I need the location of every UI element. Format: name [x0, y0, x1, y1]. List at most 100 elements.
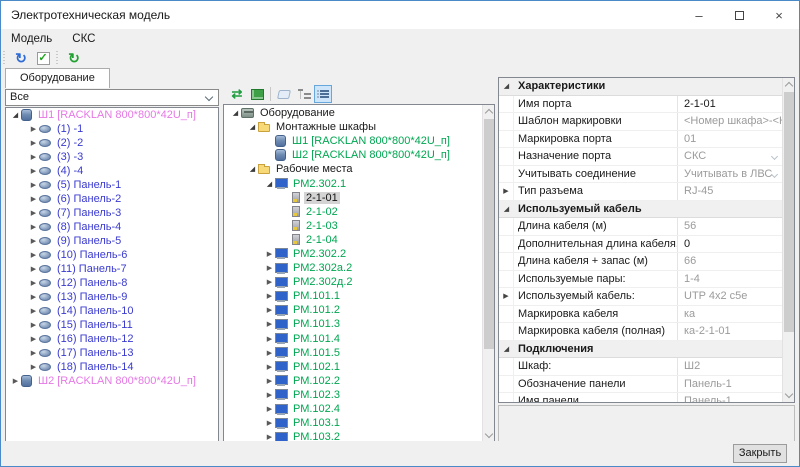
expand-arrow-icon[interactable]: ▶ — [10, 377, 21, 385]
swap-arrows-button[interactable]: ⇄ — [227, 85, 247, 103]
grid-row[interactable]: Шкаф:Ш2 — [499, 358, 783, 376]
tab-equipment[interactable]: Оборудование — [5, 68, 110, 88]
tree-item[interactable]: 2-1-01 — [224, 191, 482, 205]
tree-item[interactable]: ▶(14) Панель-10 — [6, 304, 218, 318]
expand-arrow-icon[interactable]: ▶ — [264, 278, 275, 286]
expand-arrow-icon[interactable]: ▶ — [28, 181, 39, 189]
expand-arrow-icon[interactable]: ▶ — [499, 183, 514, 200]
expand-arrow-icon[interactable]: ▶ — [264, 419, 275, 427]
sync-update-button[interactable]: ↻ — [63, 49, 85, 67]
tree-item[interactable]: ▶(16) Панель-12 — [6, 332, 218, 346]
expand-arrow-icon[interactable]: ▶ — [28, 223, 39, 231]
expand-arrow-icon[interactable]: ▶ — [28, 265, 39, 273]
grid-row[interactable]: Длина кабеля (м)56 — [499, 218, 783, 236]
tree-item[interactable]: ▶(17) Панель-13 — [6, 346, 218, 360]
panel-view-button[interactable] — [247, 85, 267, 103]
tree-item[interactable]: Ш1 [RACKLAN 800*800*42U_п] — [224, 134, 482, 148]
refresh-button[interactable]: ↻ — [10, 49, 32, 67]
tree-item[interactable]: ▶РМ.101.3 — [224, 317, 482, 331]
grid-row-value[interactable]: Ш2 — [678, 358, 783, 375]
grid-row[interactable]: Имя порта2-1-01 — [499, 96, 783, 114]
grid-row-value[interactable]: 0 — [678, 236, 783, 253]
tree-item[interactable]: ▶(9) Панель-5 — [6, 234, 218, 248]
grid-section-header[interactable]: ◢Характеристики — [499, 78, 783, 96]
list-view-button[interactable] — [314, 85, 332, 103]
expand-arrow-icon[interactable]: ▶ — [28, 251, 39, 259]
tree-item[interactable]: ▶РМ.101.2 — [224, 303, 482, 317]
expand-arrow-icon[interactable]: ▶ — [28, 139, 39, 147]
grid-row-value[interactable]: 1-4 — [678, 271, 783, 288]
tree-item[interactable]: ▶РМ.101.5 — [224, 346, 482, 360]
expand-arrow-icon[interactable]: ▶ — [28, 321, 39, 329]
grid-row[interactable]: Маркировка кабеляка — [499, 306, 783, 324]
property-grid-scrollbar[interactable] — [782, 78, 794, 402]
expand-arrow-icon[interactable]: ▶ — [28, 349, 39, 357]
expand-arrow-icon[interactable]: ▶ — [264, 264, 275, 272]
expand-arrow-icon[interactable]: ▶ — [264, 292, 275, 300]
expand-arrow-icon[interactable]: ▶ — [28, 195, 39, 203]
expand-arrow-icon[interactable]: ▶ — [264, 335, 275, 343]
tree-item[interactable]: ▶(13) Панель-9 — [6, 290, 218, 304]
menu-model[interactable]: Модель — [1, 29, 62, 49]
tree-item[interactable]: ▶РМ2.302а.2 — [224, 261, 482, 275]
grid-row-value[interactable]: 56 — [678, 218, 783, 235]
grid-row[interactable]: Учитывать соединениеУчитывать в ЛВС — [499, 166, 783, 184]
grid-row[interactable]: Назначение портаСКС — [499, 148, 783, 166]
close-button[interactable]: Закрыть — [733, 444, 787, 463]
tree-item[interactable]: ▶РМ2.302д.2 — [224, 275, 482, 289]
tree-item[interactable]: ▶(12) Панель-8 — [6, 276, 218, 290]
tree-item[interactable]: ▶РМ.102.4 — [224, 402, 482, 416]
grid-row-value[interactable]: СКС — [678, 148, 783, 165]
close-window-button[interactable]: × — [759, 1, 799, 29]
expand-arrow-icon[interactable]: ▶ — [28, 153, 39, 161]
collapse-arrow-icon[interactable]: ◢ — [499, 78, 514, 95]
tree-view-button[interactable] — [294, 85, 314, 103]
collapse-arrow-icon[interactable]: ◢ — [499, 201, 514, 218]
tree-item[interactable]: ▶(4) -4 — [6, 164, 218, 178]
expand-arrow-icon[interactable]: ▶ — [264, 320, 275, 328]
scroll-up-icon[interactable] — [785, 82, 793, 90]
grid-row-value[interactable]: Панель-1 — [678, 376, 783, 393]
expand-arrow-icon[interactable]: ▶ — [28, 293, 39, 301]
grid-row-value[interactable]: 66 — [678, 253, 783, 270]
tree-item[interactable]: 2-1-02 — [224, 205, 482, 219]
maximize-button[interactable] — [719, 1, 759, 29]
tree-item[interactable]: ▶(5) Панель-1 — [6, 178, 218, 192]
tree-item[interactable]: ▶(18) Панель-14 — [6, 360, 218, 374]
scroll-up-icon[interactable] — [485, 109, 493, 117]
grid-row[interactable]: Длина кабеля + запас (м)66 — [499, 253, 783, 271]
expand-arrow-icon[interactable]: ▶ — [28, 335, 39, 343]
filter-combobox[interactable]: Все — [5, 89, 219, 106]
tree-item[interactable]: ▶(8) Панель-4 — [6, 220, 218, 234]
tree-item[interactable]: ▶(7) Панель-3 — [6, 206, 218, 220]
tree-item[interactable]: ▶(2) -2 — [6, 136, 218, 150]
tree-item[interactable]: ▶РМ.102.3 — [224, 388, 482, 402]
tree-item[interactable]: ▶Ш2 [RACKLAN 800*800*42U_п] — [6, 374, 218, 388]
expand-arrow-icon[interactable]: ▶ — [28, 209, 39, 217]
equipment-tree-scrollbar[interactable] — [482, 105, 494, 442]
expand-arrow-icon[interactable]: ▶ — [28, 125, 39, 133]
grid-row-value[interactable]: ка — [678, 306, 783, 323]
polygon-button[interactable] — [274, 85, 294, 103]
expand-arrow-icon[interactable]: ▶ — [264, 391, 275, 399]
grid-row[interactable]: Имя панелиПанель-1 — [499, 393, 783, 403]
tree-item[interactable]: ◢РМ2.302.1 — [224, 176, 482, 190]
grid-row[interactable]: Используемые пары:1-4 — [499, 271, 783, 289]
expand-arrow-icon[interactable]: ▶ — [264, 349, 275, 357]
tree-item[interactable]: ▶(10) Панель-6 — [6, 248, 218, 262]
scrollbar-thumb[interactable] — [484, 119, 494, 349]
grid-row-value[interactable]: 01 — [678, 131, 783, 148]
tree-item[interactable]: ▶РМ.102.2 — [224, 374, 482, 388]
tree-item[interactable]: ▶РМ.101.4 — [224, 332, 482, 346]
grid-section-header[interactable]: ◢Используемый кабель — [499, 201, 783, 219]
collapse-arrow-icon[interactable]: ◢ — [247, 123, 258, 131]
collapse-arrow-icon[interactable]: ◢ — [264, 180, 275, 188]
expand-arrow-icon[interactable]: ▶ — [264, 377, 275, 385]
expand-arrow-icon[interactable]: ▶ — [499, 288, 514, 305]
tree-item[interactable]: ▶РМ.103.1 — [224, 416, 482, 430]
expand-arrow-icon[interactable]: ▶ — [28, 363, 39, 371]
scrollbar-thumb[interactable] — [784, 92, 794, 332]
minimize-button[interactable]: – — [679, 1, 719, 29]
expand-arrow-icon[interactable]: ▶ — [264, 306, 275, 314]
expand-arrow-icon[interactable]: ▶ — [28, 167, 39, 175]
